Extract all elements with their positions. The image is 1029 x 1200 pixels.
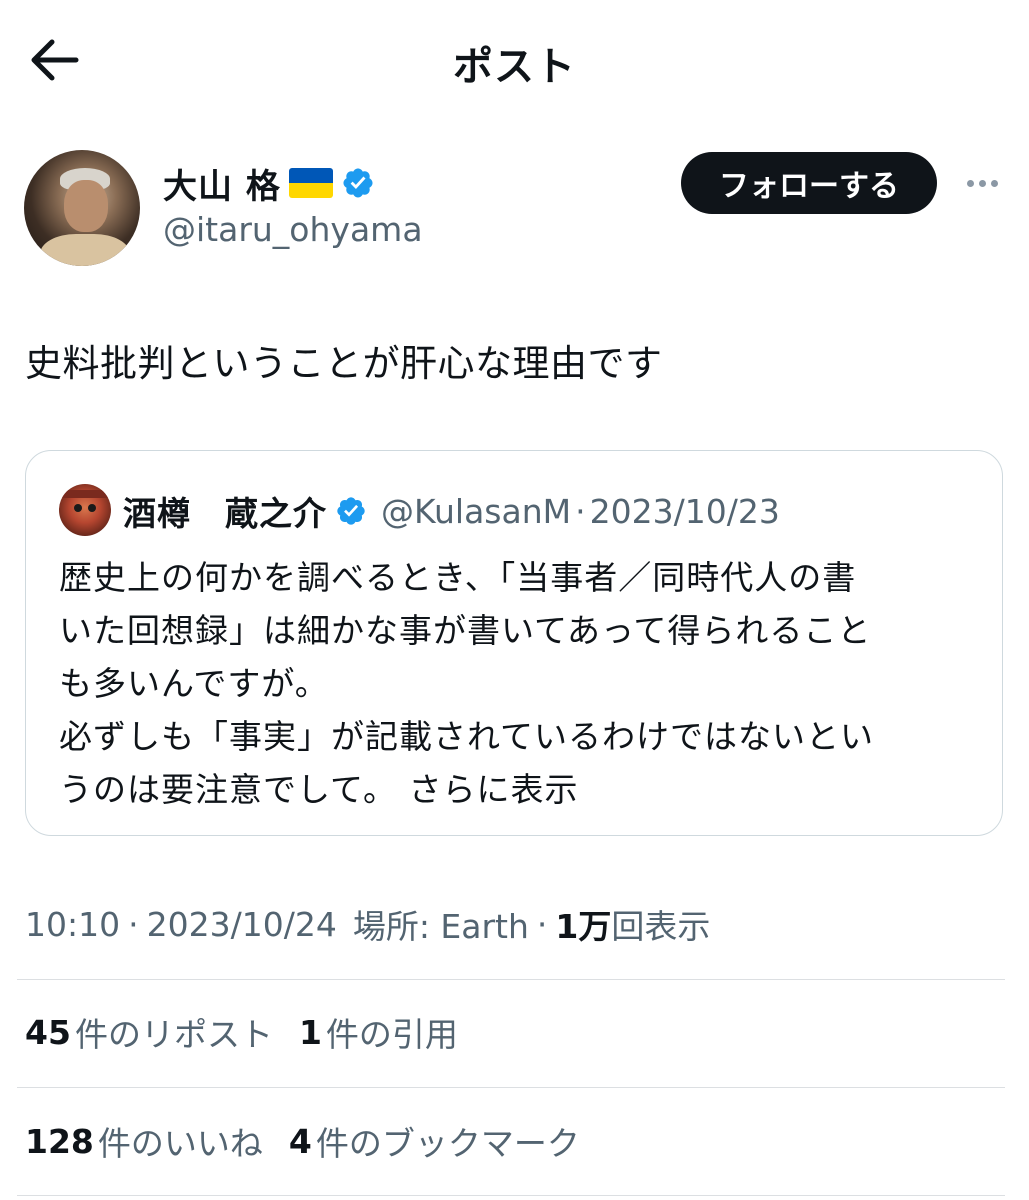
top-bar: ポスト — [0, 0, 1029, 120]
author-name: 大山 格 — [163, 166, 281, 207]
separator-dot: · — [575, 491, 586, 531]
quoted-author-avatar — [59, 484, 111, 536]
quoted-post-header: 酒樽 蔵之介 @KulasanM · 2023/10/23 — [123, 487, 780, 535]
post-location: 場所: Earth — [352, 907, 529, 946]
likes-stats-row: 128 件のいいね 4 件のブックマーク — [25, 1111, 606, 1171]
separator-dot: · — [128, 904, 139, 944]
divider — [17, 979, 1005, 980]
quotes-label: 件の引用 — [325, 1015, 458, 1054]
more-horizontal-icon — [966, 179, 974, 187]
post-time[interactable]: 10:10 — [25, 905, 120, 944]
show-more-link[interactable]: さらに表示 — [409, 770, 579, 809]
author-handle[interactable]: @itaru_ohyama — [163, 210, 423, 249]
quotes-count: 1 — [298, 1012, 322, 1052]
bookmarks-count: 4 — [288, 1121, 312, 1161]
likes-count: 128 — [25, 1121, 94, 1161]
verified-badge-icon — [337, 497, 365, 525]
quoted-text-line: いた回想録」は細かな事が書いてあって得られること — [59, 611, 872, 650]
quoted-text-line: 必ずしも「事実」が記載されているわけではないとい — [59, 717, 875, 756]
quotes-stat[interactable]: 1 件の引用 — [299, 1008, 458, 1056]
quoted-post-text: 歴史上の何かを調べるとき、「当事者／同時代人の書 いた回想録」は細かな事が書いて… — [59, 551, 979, 816]
quoted-text-line: も多いんですが。 — [59, 664, 329, 703]
author-name-row[interactable]: 大山 格 — [163, 160, 375, 207]
divider — [17, 1087, 1005, 1088]
page-title: ポスト — [453, 44, 576, 90]
quoted-post[interactable]: 酒樽 蔵之介 @KulasanM · 2023/10/23 歴史上の何かを調べる… — [25, 450, 1003, 836]
likes-stat[interactable]: 128 件のいいね — [25, 1117, 263, 1165]
reposts-label: 件のリポスト — [74, 1015, 273, 1054]
bookmarks-stat[interactable]: 4 件のブックマーク — [289, 1117, 580, 1165]
more-options-button[interactable] — [960, 166, 1004, 200]
quoted-text-line-last: うのは要注意でして。 さらに表示 — [59, 770, 579, 809]
post-text: 史料批判ということが肝心な理由です — [25, 342, 663, 385]
post-metadata: 10:10 · 2023/10/24 場所: Earth · 1万 回表示 — [25, 900, 710, 948]
ukraine-flag-icon — [288, 168, 333, 198]
repost-stats-row: 45 件のリポスト 1 件の引用 — [25, 1002, 484, 1062]
reposts-count: 45 — [25, 1012, 71, 1052]
views-label: 回表示 — [611, 907, 711, 946]
quoted-post-date: 2023/10/23 — [589, 491, 780, 531]
post-date[interactable]: 2023/10/24 — [147, 905, 337, 944]
divider — [17, 1195, 1005, 1196]
likes-label: 件のいいね — [97, 1124, 263, 1163]
views-count: 1万 — [555, 907, 612, 946]
verified-badge-icon — [343, 168, 373, 198]
author-avatar[interactable] — [24, 150, 140, 266]
quoted-author-name: 酒樽 蔵之介 — [123, 494, 327, 533]
bookmarks-label: 件のブックマーク — [315, 1124, 580, 1163]
quoted-text-line: 歴史上の何かを調べるとき、「当事者／同時代人の書 — [59, 558, 857, 597]
separator-dot: · — [536, 904, 548, 944]
follow-button[interactable]: フォローする — [681, 152, 937, 214]
quoted-author-handle: @KulasanM — [381, 491, 572, 531]
reposts-stat[interactable]: 45 件のリポスト — [25, 1008, 273, 1056]
